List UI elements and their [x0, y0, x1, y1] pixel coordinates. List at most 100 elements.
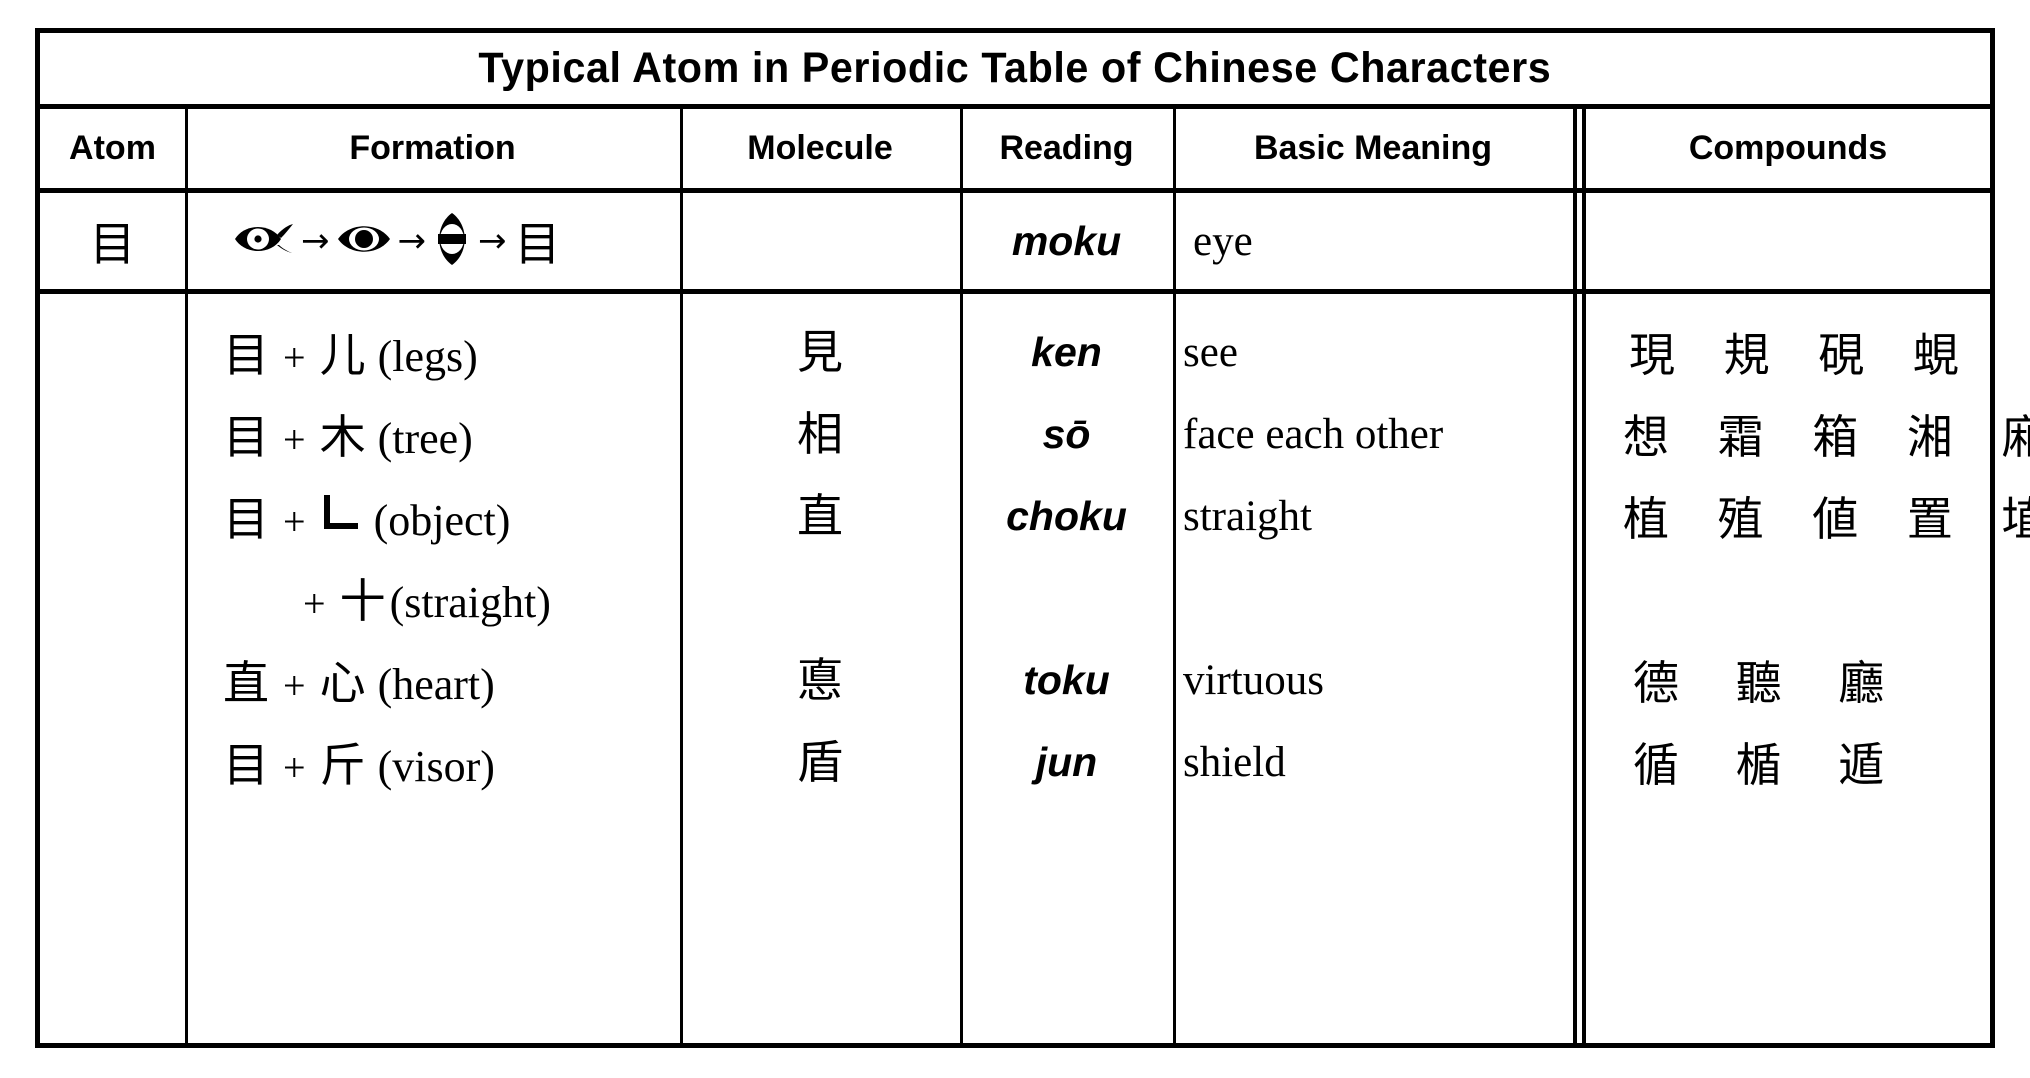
- formation-expression-3: 目 + (object): [185, 483, 510, 549]
- atom-rule-atom: [185, 193, 188, 289]
- body-column-compounds: 現 規 硯 蜆 想 霜 箱 湘 廂 植 殖 値 置 埴 德 聽 廳 循 楯 遁: [1586, 294, 2030, 1043]
- atom-cell-character: 目: [40, 193, 185, 289]
- compound-char: 蜆: [1912, 328, 1959, 382]
- column-header-reading: Reading: [999, 129, 1134, 167]
- compound-char: 規: [1723, 328, 1770, 382]
- formation-gloss-4: (straight): [389, 578, 551, 627]
- formation-part-1: 儿: [319, 328, 366, 382]
- formation-expression-1: 目 + 儿 (legs): [185, 319, 478, 385]
- table-row-meaning-2: face each other: [1173, 394, 1573, 474]
- atom-rule-formation: [680, 193, 683, 289]
- reading-text-2: sō: [1042, 410, 1091, 457]
- body-column-formation: 目 + 儿 (legs) 目 + 木 (tree) 目 + (object) +…: [185, 294, 680, 1043]
- table-row-reading-3: choku: [960, 476, 1173, 556]
- header-rule-formation: [680, 109, 683, 188]
- compound-char: 硯: [1818, 328, 1865, 382]
- compound-char: 置: [1906, 492, 1953, 546]
- table-header-row: Atom Formation Molecule Reading Basic Me…: [40, 109, 1990, 193]
- table-row-reading-2: sō: [960, 394, 1173, 474]
- atom-reading: moku: [1011, 217, 1122, 264]
- formation-gloss-2: (tree): [377, 414, 473, 463]
- formation-plus-2: +: [283, 417, 306, 462]
- table-row-meaning-1: see: [1173, 312, 1573, 392]
- formation-gloss-3: (object): [373, 496, 511, 545]
- arrow-icon-3: →: [478, 221, 507, 261]
- evolution-sequence: → → → 目: [195, 208, 561, 274]
- table-row-reading-6: jun: [960, 722, 1173, 802]
- table-row-compounds-6: 循 楯 遁: [1586, 722, 1990, 802]
- table-row-molecule-5: 悳: [680, 640, 960, 720]
- body-column-reading: ken sō choku toku jun: [960, 294, 1173, 1043]
- header-rule-molecule: [960, 109, 963, 188]
- atom-cell-compounds: [1586, 193, 1990, 289]
- table-row-molecule-2: 相: [680, 394, 960, 474]
- atom-rule-meaning-double: [1573, 193, 1586, 289]
- atom-rule-molecule: [960, 193, 963, 289]
- formation-part-5: 心: [319, 656, 366, 710]
- atom-rule-reading: [1173, 193, 1176, 289]
- molecule-character-6: 盾: [797, 735, 843, 789]
- formation-expression-2: 目 + 木 (tree): [185, 401, 473, 467]
- meaning-text-6: shield: [1183, 738, 1286, 786]
- compounds-list-5: 德 聽 廳: [1586, 647, 1905, 713]
- compound-char: 現: [1629, 328, 1675, 382]
- table-row-meaning-5: virtuous: [1173, 640, 1573, 720]
- arrow-icon-1: →: [301, 221, 330, 261]
- evolution-result-character: 目: [514, 217, 561, 271]
- meaning-text-2: face each other: [1183, 410, 1444, 458]
- compound-char: 湘: [1906, 410, 1953, 464]
- compound-char: 値: [1812, 492, 1859, 546]
- page-root: Typical Atom in Periodic Table of Chines…: [0, 0, 2030, 1078]
- compound-char: 楯: [1735, 738, 1782, 792]
- atom-cell-evolution: → → → 目: [185, 193, 680, 289]
- atom-cell-reading: moku: [960, 193, 1173, 289]
- reading-text-3: choku: [1006, 492, 1127, 539]
- molecule-character-5: 悳: [797, 653, 843, 707]
- formation-gloss-5: (heart): [377, 660, 495, 709]
- formation-gloss-6: (visor): [377, 742, 495, 791]
- table-row-compounds-5: 德 聽 廳: [1586, 640, 1990, 720]
- formation-plus-4: +: [303, 581, 326, 626]
- table-row-reading-1: ken: [960, 312, 1173, 392]
- arrow-icon-2: →: [397, 221, 427, 261]
- reading-text-5: toku: [1023, 656, 1110, 703]
- meaning-text-5: virtuous: [1183, 656, 1324, 704]
- compound-char: 循: [1633, 738, 1679, 792]
- molecule-character-1: 見: [797, 325, 843, 379]
- table-row-formation-5: 直 + 心 (heart): [185, 640, 680, 720]
- compound-char: 埴: [2001, 492, 2030, 546]
- header-rule-meaning-double: [1573, 109, 1586, 188]
- table-row-formation-2: 目 + 木 (tree): [185, 394, 680, 474]
- meaning-text-3: straight: [1183, 492, 1312, 540]
- table-row-formation-4: + 十 (straight): [185, 558, 680, 638]
- compound-char: 德: [1633, 656, 1679, 710]
- compounds-list-3: 植 殖 値 置 埴: [1586, 483, 2030, 549]
- atom-character: 目: [89, 217, 136, 271]
- formation-base-5: 直: [223, 656, 269, 710]
- header-rule-reading: [1173, 109, 1176, 188]
- compound-char: 廂: [2001, 410, 2030, 464]
- compounds-list-1: 現 規 硯 蜆: [1586, 319, 1976, 385]
- molecule-character-3: 直: [797, 489, 843, 543]
- table-row-meaning-6: shield: [1173, 722, 1573, 802]
- reading-text-1: ken: [1031, 328, 1102, 375]
- table-row-compounds-1: 現 規 硯 蜆: [1586, 312, 1990, 392]
- table-row-formation-3: 目 + (object): [185, 476, 680, 556]
- column-header-atom: Atom: [69, 129, 156, 167]
- column-header-meaning: Basic Meaning: [1253, 129, 1493, 167]
- formation-expression-4: + 十 (straight): [185, 565, 551, 631]
- atom-meaning: eye: [1193, 217, 1253, 265]
- header-rule-atom: [185, 109, 188, 188]
- table-row-molecule-6: 盾: [680, 722, 960, 802]
- formation-base-1: 目: [223, 328, 269, 382]
- eye-pictograph-horizontal-icon: [233, 219, 295, 264]
- table-row-meaning-3: straight: [1173, 476, 1573, 556]
- periodic-table-frame: Typical Atom in Periodic Table of Chines…: [35, 28, 2030, 1048]
- column-header-molecule: Molecule: [747, 129, 893, 167]
- compound-char: 廳: [1838, 656, 1885, 710]
- atom-cell-molecule: [680, 193, 960, 289]
- compound-char: 想: [1623, 410, 1669, 464]
- formation-base-2: 目: [223, 410, 269, 464]
- compound-char: 霜: [1717, 410, 1764, 464]
- formation-expression-6: 目 + 斤 (visor): [185, 729, 495, 795]
